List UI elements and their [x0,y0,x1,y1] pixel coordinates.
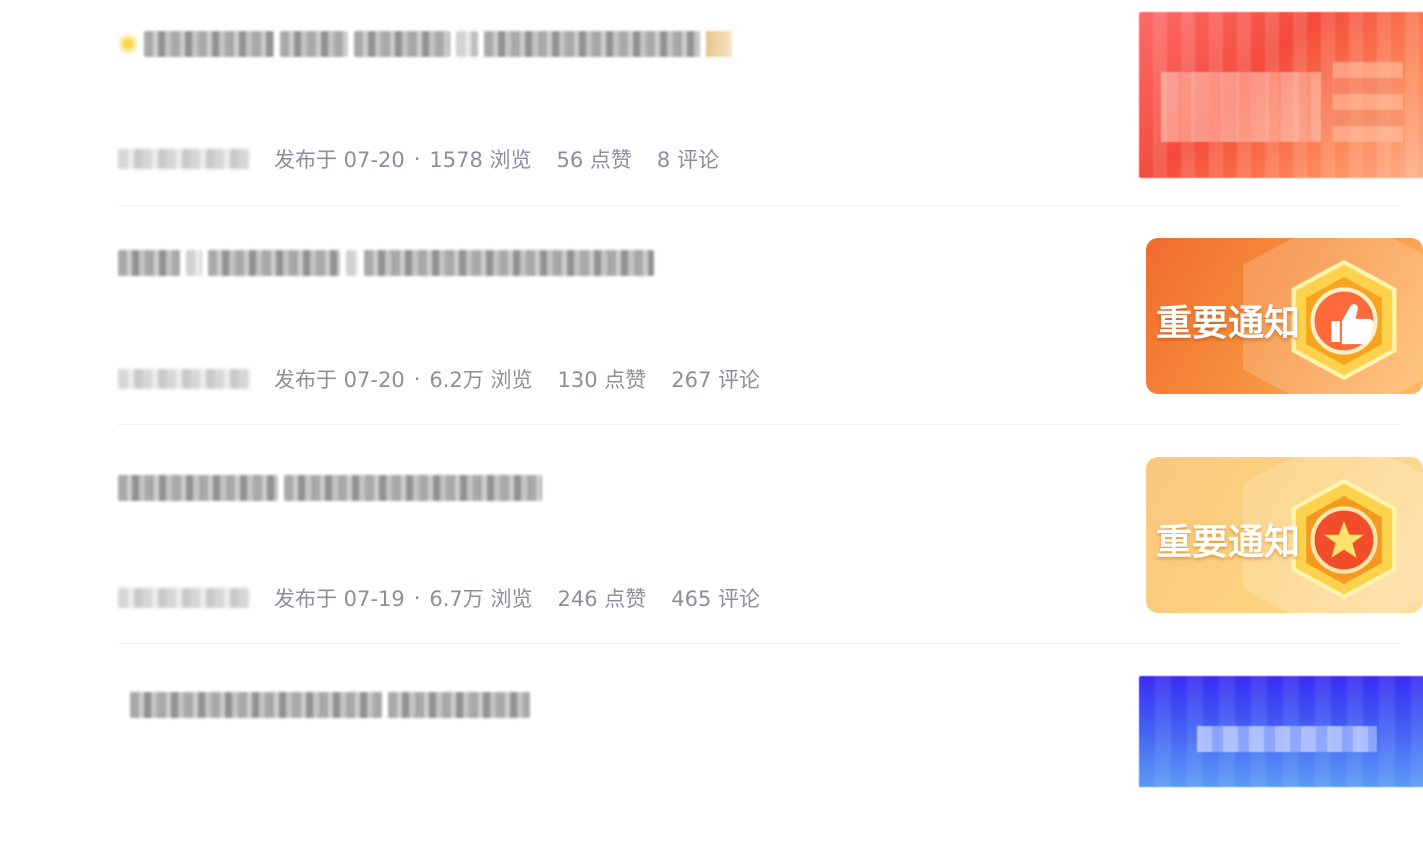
notice-banner-text: 重要通知 [1156,303,1301,344]
view-count: 1578 浏览 [429,148,532,172]
post-thumbnail-notice[interactable]: 重要通知 [1146,238,1423,394]
meta-separator: · [413,367,421,391]
meta-separator: · [413,147,421,171]
post-meta: 发布于 07-20 · 1578 浏览 56 点赞 8 评论 [118,146,719,172]
post-thumbnail-blurred[interactable] [1139,676,1423,787]
post-title-blurred[interactable] [118,246,654,280]
post-meta: 发布于 07-20 · 6.2万 浏览 130 点赞 267 评论 [118,366,760,392]
post-title-blurred[interactable] [118,471,542,505]
author-name-blurred[interactable] [118,149,250,169]
author-name-blurred[interactable] [118,369,250,389]
publish-date: 发布于 07-19 [274,587,405,611]
comment-count: 267 评论 [671,368,760,392]
post-meta: 发布于 07-19 · 6.7万 浏览 246 点赞 465 评论 [118,585,760,611]
comment-count: 465 评论 [671,587,760,611]
notice-banner-text: 重要通知 [1156,522,1301,563]
like-count: 246 点赞 [557,587,647,611]
comment-count: 8 评论 [656,148,719,172]
publish-date: 发布于 07-20 [274,368,405,392]
sparkle-icon [118,31,138,57]
like-count: 130 点赞 [557,368,647,392]
post-thumbnail-notice[interactable]: 重要通知 [1146,457,1423,613]
like-count: 56 点赞 [556,148,632,172]
view-count: 6.2万 浏览 [429,368,533,392]
publish-date: 发布于 07-20 [274,148,405,172]
view-count: 6.7万 浏览 [429,587,533,611]
post-title-blurred[interactable] [130,688,530,722]
post-thumbnail-blurred[interactable] [1139,12,1423,178]
author-name-blurred[interactable] [118,588,250,608]
post-title-blurred[interactable] [118,27,732,61]
emoji-icon [706,31,732,57]
meta-separator: · [413,586,421,610]
